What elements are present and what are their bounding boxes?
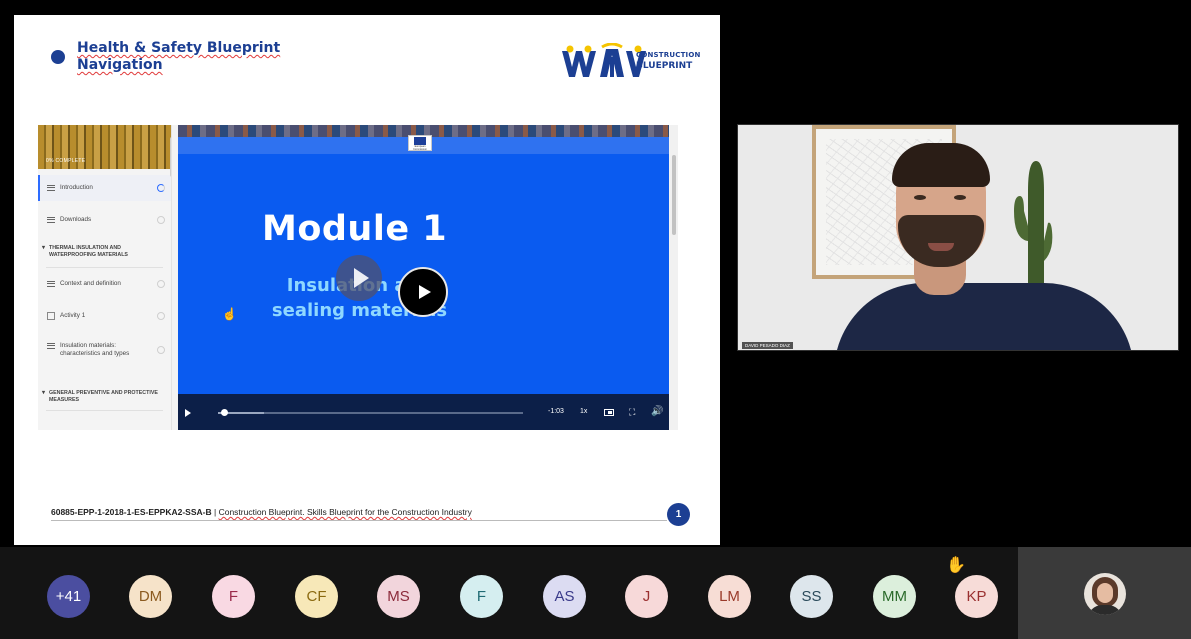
seek-handle[interactable] [221,409,229,416]
picture-in-picture-icon[interactable] [604,409,614,416]
participant-avatar[interactable]: AS [543,575,586,618]
seek-bar[interactable] [218,412,523,414]
completion-label: 0% COMPLETE [46,158,86,164]
footer-text: Construction Blueprint. Skills Blueprint… [218,507,472,517]
lesson-text-icon [47,216,55,224]
play-overlay-icon[interactable] [336,255,382,301]
participant-overflow-avatar[interactable]: +41 [47,575,90,618]
progress-circle-icon [157,280,165,288]
video-controls: -1:03 1x ⛶ 🔊 [178,394,669,430]
section-preventive-measures[interactable]: GENERAL PREVENTIVE AND PROTECTIVE MEASUR… [38,390,171,404]
course-header-image: 0% COMPLETE [38,125,171,169]
participant-avatar[interactable]: SS [790,575,833,618]
shared-slide: Health & Safety Blueprint Navigation CON… [14,15,720,545]
presenter-eye [954,195,966,200]
slide-footer: 60885-EPP-1-2018-1-ES-EPPKA2-SSA-B | Con… [51,507,667,517]
eu-badge-text: European Commission [413,145,427,151]
slide-title-line1: Health & Safety Blueprint [77,40,281,56]
lesson-label: Activity 1 [60,312,86,319]
raised-hand-icon: ✋ [946,557,966,574]
course-scrollbar[interactable] [670,125,678,430]
logo-wordmark: CONSTRUCTION BLUEPRINT [636,50,701,72]
presenter-shirt [834,283,1134,350]
course-sidebar: 0% COMPLETE Introduction Downloads THERM… [38,125,172,430]
lesson-label: Context and definition [60,280,121,287]
participant-avatar[interactable]: F [212,575,255,618]
playback-speed-button[interactable]: 1x [580,408,587,415]
time-remaining: -1:03 [548,408,564,415]
page-number: 1 [667,503,690,526]
divider [46,410,163,411]
lesson-label: Insulation materials: characteristics an… [60,342,130,357]
lesson-insulation-materials[interactable]: Insulation materials: characteristics an… [38,342,171,376]
progress-circle-icon [157,312,165,320]
slide-title: Health & Safety Blueprint Navigation [77,40,280,74]
section-thermal-insulation[interactable]: THERMAL INSULATION AND WATERPROOFING MAT… [38,245,171,259]
participant-avatar[interactable]: F [460,575,503,618]
hand-cursor-icon: ☝ [222,307,237,321]
participant-avatar[interactable]: CF [295,575,338,618]
lesson-context-definition[interactable]: Context and definition [38,280,171,300]
progress-circle-icon [157,216,165,224]
logo-line2: BLUEPRINT [636,61,693,71]
footer-rule [51,520,667,521]
lesson-downloads[interactable]: Downloads [38,207,171,233]
lesson-text-icon [47,342,55,350]
big-play-button[interactable] [398,267,448,317]
participant-avatar[interactable]: KP [955,575,998,618]
lesson-text-icon [47,280,55,288]
progress-circle-icon [157,184,165,192]
meeting-window: Health & Safety Blueprint Navigation CON… [0,0,1191,639]
presenter-eye [914,195,926,200]
volume-icon[interactable]: 🔊 [651,406,663,417]
lesson-introduction[interactable]: Introduction [38,175,171,201]
fullscreen-icon[interactable]: ⛶ [629,407,635,418]
video-module-title: Module 1 [262,209,448,249]
participant-avatar[interactable]: MM [873,575,916,618]
video-player[interactable]: European Commission Module 1 Insulation … [178,125,669,430]
participant-avatar[interactable]: LM [708,575,751,618]
progress-circle-icon [157,346,165,354]
video-top-band: European Commission [178,135,669,154]
activity-icon [47,312,55,320]
slide-title-line2: Navigation [77,57,163,73]
presenter-name-tag: DAVID PESADO DIAZ [742,342,793,349]
self-avatar [1084,573,1126,615]
lesson-activity-1[interactable]: Activity 1 [38,312,171,332]
lesson-text-icon [47,184,55,192]
course-player: 0% COMPLETE Introduction Downloads THERM… [38,125,678,430]
footer-separator: | [214,507,217,517]
logo-line1: CONSTRUCTION [636,51,701,59]
eu-flag-icon: European Commission [408,135,432,151]
presenter-video[interactable]: DAVID PESADO DIAZ [737,124,1179,351]
participant-avatar[interactable]: DM [129,575,172,618]
footer-text-wrap: Construction Blueprint. Skills Blueprint… [219,507,472,517]
play-icon[interactable] [185,409,191,417]
participant-bar: +41 DM F CF MS F AS J LM SS MM KP ✋ [0,547,1191,639]
footer-code: 60885-EPP-1-2018-1-ES-EPPKA2-SSA-B [51,507,212,517]
sidebar-scrollbar[interactable] [170,137,171,177]
title-bullet [51,50,65,64]
participant-avatar[interactable]: MS [377,575,420,618]
participant-avatar[interactable]: J [625,575,668,618]
lesson-label: Introduction [60,184,93,191]
self-video-tile[interactable] [1018,547,1191,639]
lesson-label: Downloads [60,216,92,223]
presenter-mouth [928,243,954,251]
presenter-hair [892,143,990,187]
